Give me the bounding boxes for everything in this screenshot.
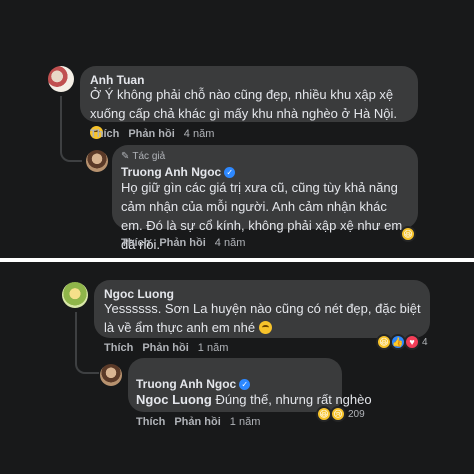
reaction-summary[interactable]: 😆 👍 ♥ 4 xyxy=(376,334,428,350)
comment-text: Yessssss. Sơn La huyện nào cũng có nét đ… xyxy=(104,299,424,337)
like-button[interactable]: Thích xyxy=(121,237,150,249)
verified-badge-icon: ✓ xyxy=(224,167,236,179)
love-reaction-icon: ♥ xyxy=(404,334,420,350)
comment-actions: Thích Phản hồi 1 năm xyxy=(104,342,228,354)
top-comment-thread: Anh Tuan Ở Ý không phải chỗ nào cũng đẹp… xyxy=(0,0,474,258)
reply-button[interactable]: Phản hồi xyxy=(174,416,220,428)
reply-text: Ngoc Luong Đúng thế, nhưng rất nghèo xyxy=(136,390,372,409)
author-tag: ✎ Tác giả xyxy=(121,151,165,162)
avatar[interactable] xyxy=(48,66,74,92)
reply-author-name[interactable]: Truong Anh Ngoc xyxy=(121,165,221,179)
reply-actions: Thích Phản hồi 4 năm xyxy=(121,237,245,249)
reply-actions: Thích Phản hồi 1 năm xyxy=(136,416,260,428)
avatar[interactable] xyxy=(86,150,108,172)
timestamp[interactable]: 4 năm xyxy=(215,237,246,249)
timestamp[interactable]: 1 năm xyxy=(198,342,229,354)
timestamp[interactable]: 4 năm xyxy=(184,128,215,140)
haha-reaction-icon: 😆 xyxy=(400,226,416,242)
reply-button[interactable]: Phản hồi xyxy=(159,237,205,249)
timestamp[interactable]: 1 năm xyxy=(230,416,261,428)
thread-connector xyxy=(75,312,99,374)
reply-text-content: Đúng thế, nhưng rất nghèo xyxy=(215,392,372,407)
reaction-count: 4 xyxy=(422,336,428,348)
reply-author-name[interactable]: Truong Anh Ngoc xyxy=(136,377,236,391)
avatar[interactable] xyxy=(62,282,88,308)
smiling-emoji-icon xyxy=(258,321,272,334)
reply-button[interactable]: Phản hồi xyxy=(128,128,174,140)
like-button[interactable]: Thích xyxy=(104,342,133,354)
reaction-summary[interactable]: 😆 xyxy=(400,226,416,242)
reply-author[interactable]: Truong Anh Ngoc ✓ xyxy=(121,165,236,179)
avatar[interactable] xyxy=(100,364,122,386)
verified-badge-icon: ✓ xyxy=(239,379,251,391)
comment-text-content: Ở Ý không phải chỗ nào cũng đẹp, nhiều k… xyxy=(90,87,397,121)
author-tag-label: Tác giả xyxy=(132,151,166,162)
reply-button[interactable]: Phản hồi xyxy=(142,342,188,354)
sad-reaction-icon: 😢 xyxy=(330,406,346,422)
like-button[interactable]: Thích xyxy=(136,416,165,428)
thread-connector xyxy=(60,96,82,162)
comment-actions: Thích Phản hồi 4 năm xyxy=(90,128,214,140)
pencil-icon: ✎ xyxy=(121,151,130,162)
reply-author[interactable]: Truong Anh Ngoc ✓ xyxy=(136,377,251,391)
mention-link[interactable]: Ngoc Luong xyxy=(136,392,212,407)
reaction-count: 209 xyxy=(348,408,365,420)
like-button[interactable]: Thích xyxy=(90,128,119,140)
reaction-summary[interactable]: 😆 😢 209 xyxy=(316,406,365,422)
bottom-comment-thread: Ngoc Luong Yessssss. Sơn La huyện nào cũ… xyxy=(0,262,474,474)
